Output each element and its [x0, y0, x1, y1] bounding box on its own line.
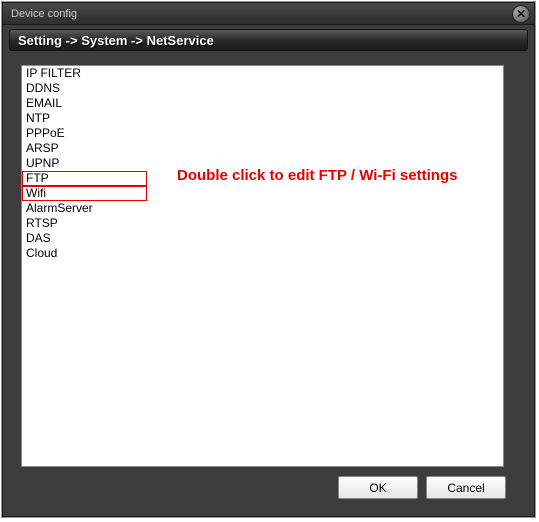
list-item[interactable]: DAS — [22, 231, 503, 246]
breadcrumb-text: Setting -> System -> NetService — [18, 33, 214, 48]
close-icon: ✕ — [516, 8, 526, 20]
list-item[interactable]: IP FILTER — [22, 66, 503, 81]
cancel-button[interactable]: Cancel — [426, 476, 506, 499]
annotation-text: Double click to edit FTP / Wi-Fi setting… — [177, 166, 477, 186]
list-item[interactable]: NTP — [22, 111, 503, 126]
breadcrumb: Setting -> System -> NetService — [9, 29, 528, 51]
button-row: OK Cancel — [338, 476, 506, 499]
list-item[interactable]: DDNS — [22, 81, 503, 96]
service-listbox[interactable]: IP FILTER DDNS EMAIL NTP PPPoE ARSP UPNP… — [21, 65, 504, 467]
config-window: Device config ✕ Setting -> System -> Net… — [2, 2, 535, 517]
list-item[interactable]: PPPoE — [22, 126, 503, 141]
list-item[interactable]: RTSP — [22, 216, 503, 231]
content-area: IP FILTER DDNS EMAIL NTP PPPoE ARSP UPNP… — [9, 55, 528, 510]
window-title: Device config — [11, 8, 512, 20]
list-item[interactable]: AlarmServer — [22, 201, 503, 216]
ok-button[interactable]: OK — [338, 476, 418, 499]
list-item[interactable]: Wifi — [22, 186, 503, 201]
list-item[interactable]: Cloud — [22, 246, 503, 261]
list-item[interactable]: EMAIL — [22, 96, 503, 111]
titlebar: Device config ✕ — [3, 3, 534, 25]
list-item[interactable]: ARSP — [22, 141, 503, 156]
close-button[interactable]: ✕ — [512, 5, 530, 23]
